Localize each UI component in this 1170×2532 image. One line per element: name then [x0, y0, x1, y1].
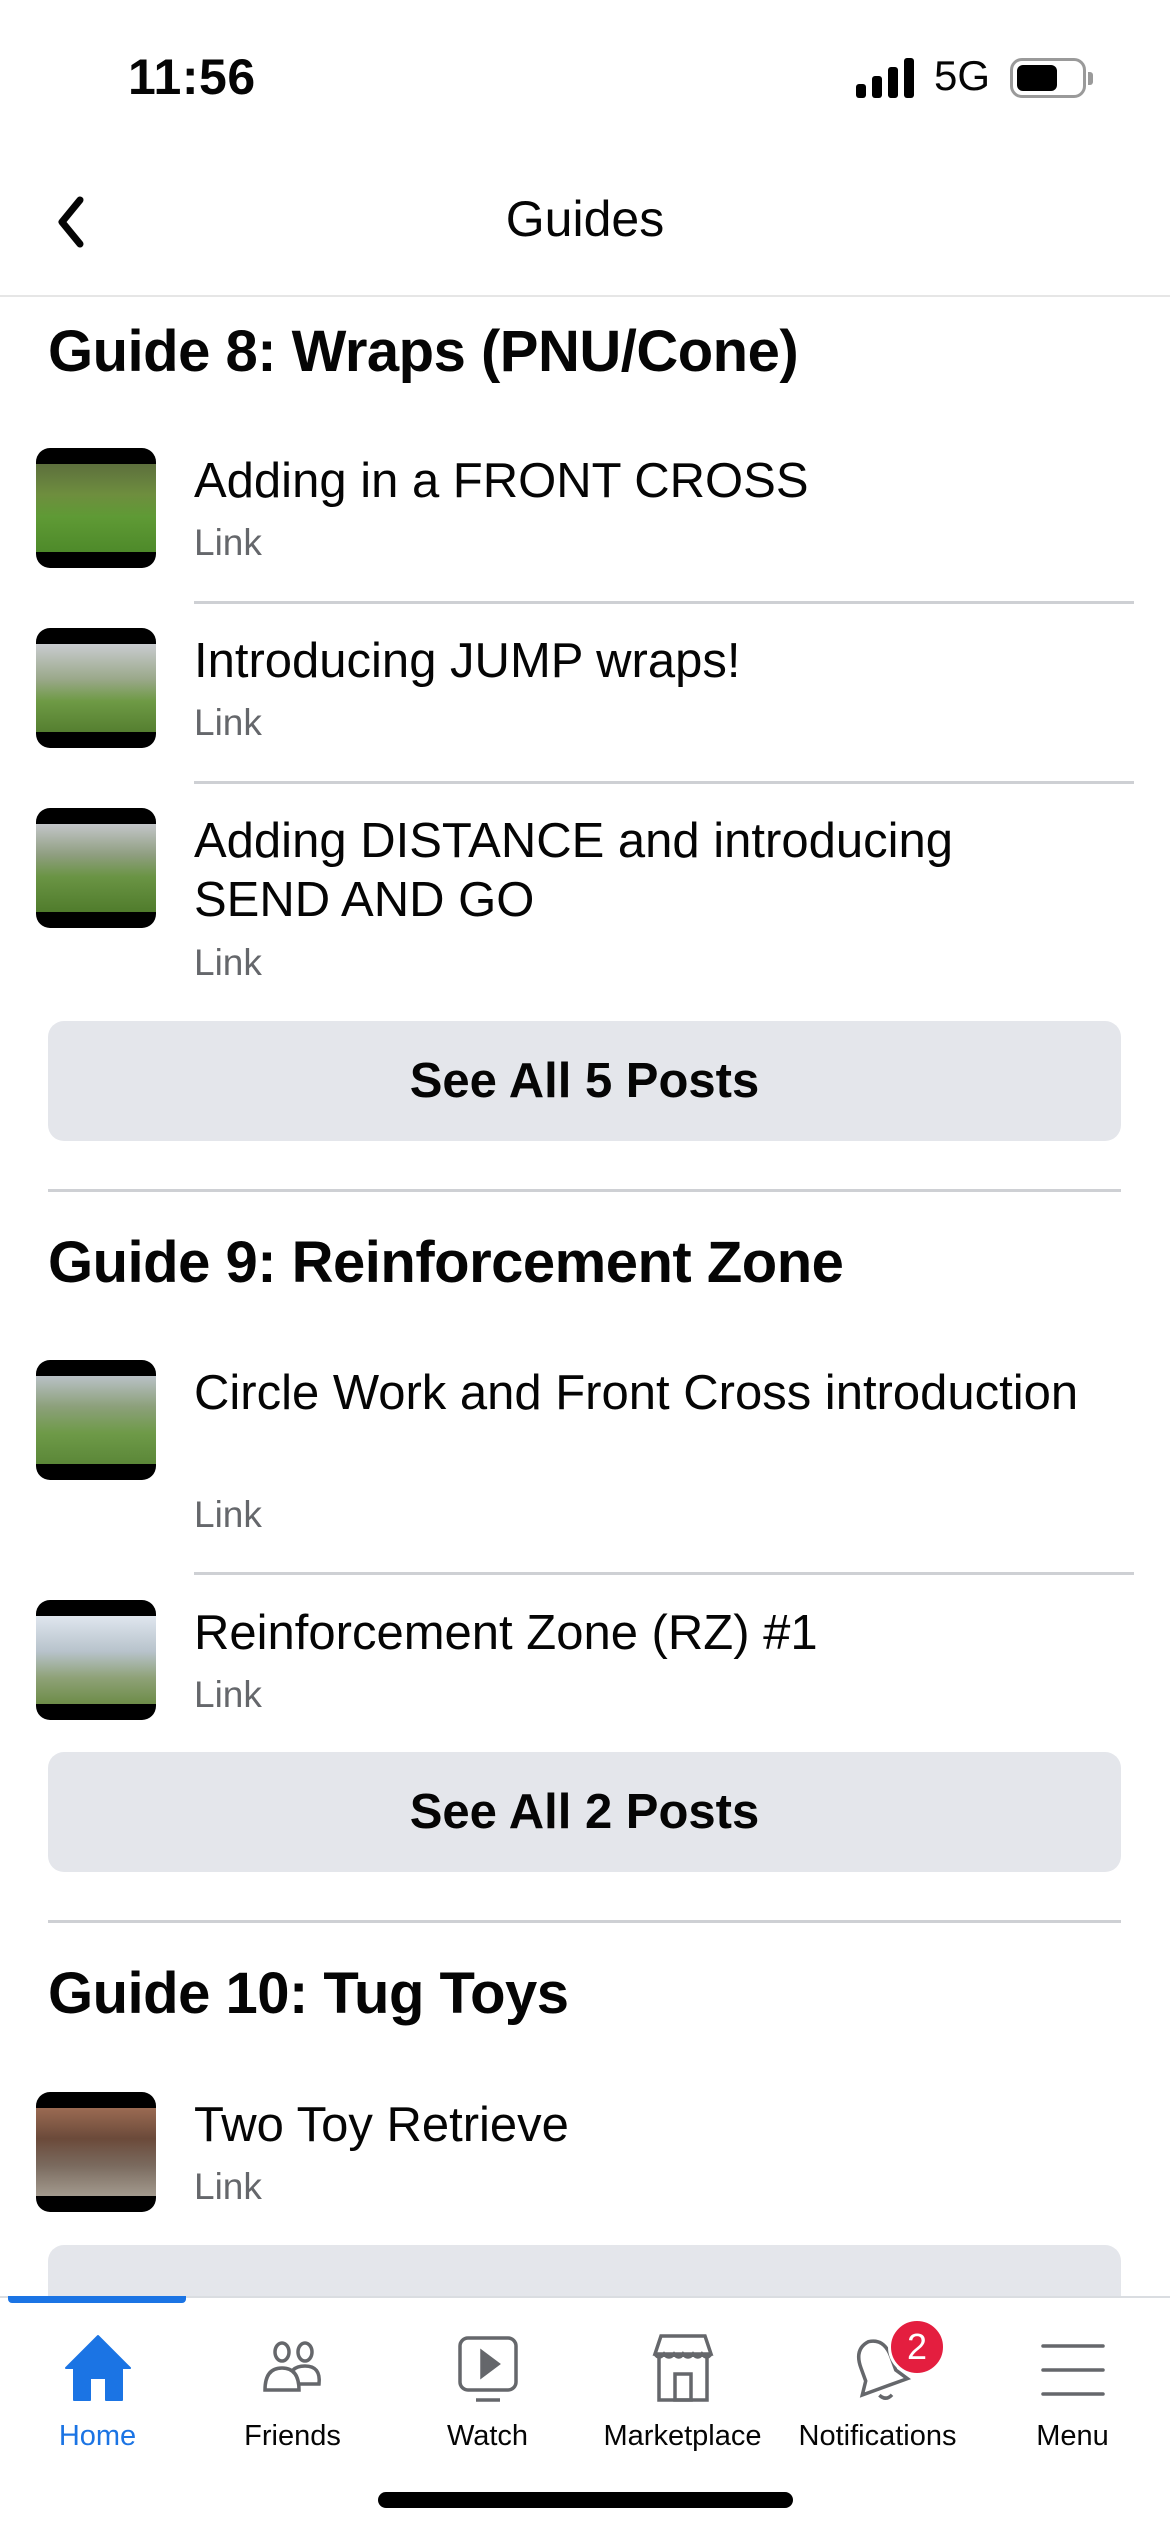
- tab-watch[interactable]: Watch: [390, 2298, 585, 2468]
- video-thumbnail: [36, 448, 156, 568]
- guide-list-item[interactable]: Introducing JUMP wraps! Link: [0, 628, 1170, 778]
- menu-icon: [1040, 2344, 1105, 2396]
- tab-label: Friends: [244, 2420, 341, 2452]
- item-title: Introducing JUMP wraps!: [194, 634, 741, 688]
- video-thumbnail: [36, 1600, 156, 1720]
- item-subtitle: Link: [194, 702, 262, 743]
- guide-title: Guide 10: Tug Toys: [48, 1961, 569, 2026]
- tab-notifications[interactable]: 2 Notifications: [780, 2298, 975, 2468]
- guide-list-item[interactable]: Circle Work and Front Cross introduction…: [0, 1360, 1170, 1550]
- tab-marketplace[interactable]: Marketplace: [585, 2298, 780, 2468]
- guide-list-item[interactable]: Reinforcement Zone (RZ) #1 Link: [0, 1600, 1170, 1750]
- video-thumbnail: [36, 808, 156, 928]
- page-title: Guides: [505, 191, 665, 247]
- item-subtitle: Link: [194, 942, 262, 983]
- video-thumbnail: [36, 2092, 156, 2212]
- tab-label: Watch: [446, 2420, 529, 2452]
- home-indicator[interactable]: [378, 2492, 793, 2508]
- section-divider: [48, 1189, 1121, 1192]
- item-title: Two Toy Retrieve: [194, 2098, 569, 2152]
- item-subtitle: Link: [194, 2166, 262, 2207]
- notification-badge: 2: [888, 2318, 946, 2376]
- home-icon: [64, 2335, 131, 2401]
- guide-title: Guide 9: Reinforcement Zone: [48, 1230, 844, 1295]
- section-divider: [48, 1920, 1121, 1923]
- item-title: Adding DISTANCE and introducing SEND AND…: [194, 814, 953, 927]
- navigation-bar: Guides: [0, 150, 1170, 297]
- tab-label: Home: [58, 2420, 137, 2452]
- item-title: Adding in a FRONT CROSS: [194, 454, 809, 508]
- separator: [194, 601, 1134, 604]
- tab-label: Marketplace: [603, 2420, 762, 2452]
- tab-home[interactable]: Home: [0, 2298, 195, 2468]
- video-thumbnail: [36, 628, 156, 748]
- separator: [194, 1572, 1134, 1575]
- item-title: Reinforcement Zone (RZ) #1: [194, 1606, 818, 1660]
- see-all-posts-button[interactable]: See All 2 Posts: [48, 1752, 1121, 1872]
- marketplace-icon: [652, 2334, 713, 2402]
- item-title: Circle Work and Front Cross introduction: [194, 1366, 1079, 1420]
- see-all-posts-button[interactable]: See All 5 Posts: [48, 1021, 1121, 1141]
- guide-list-item[interactable]: Two Toy Retrieve Link: [0, 2092, 1170, 2242]
- battery-icon: [1010, 58, 1093, 98]
- tab-label: Notifications: [798, 2420, 957, 2452]
- tab-menu[interactable]: Menu: [975, 2298, 1170, 2468]
- guide-title: Guide 8: Wraps (PNU/Cone): [48, 319, 799, 384]
- guide-list-item[interactable]: Adding DISTANCE and introducing SEND AND…: [0, 808, 1170, 998]
- status-time: 11:56: [128, 49, 256, 105]
- separator: [194, 781, 1134, 784]
- guide-list-item[interactable]: Adding in a FRONT CROSS Link: [0, 448, 1170, 598]
- video-thumbnail: [36, 1360, 156, 1480]
- item-subtitle: Link: [194, 1674, 262, 1715]
- signal-icon: [856, 58, 914, 98]
- friends-icon: [262, 2341, 321, 2392]
- item-subtitle: Link: [194, 522, 262, 563]
- tab-friends[interactable]: Friends: [195, 2298, 390, 2468]
- network-type: 5G: [934, 52, 991, 99]
- item-subtitle: Link: [194, 1494, 262, 1535]
- tab-label: Menu: [1036, 2420, 1109, 2452]
- status-bar: 11:56 5G: [0, 0, 1170, 150]
- watch-icon: [457, 2336, 518, 2402]
